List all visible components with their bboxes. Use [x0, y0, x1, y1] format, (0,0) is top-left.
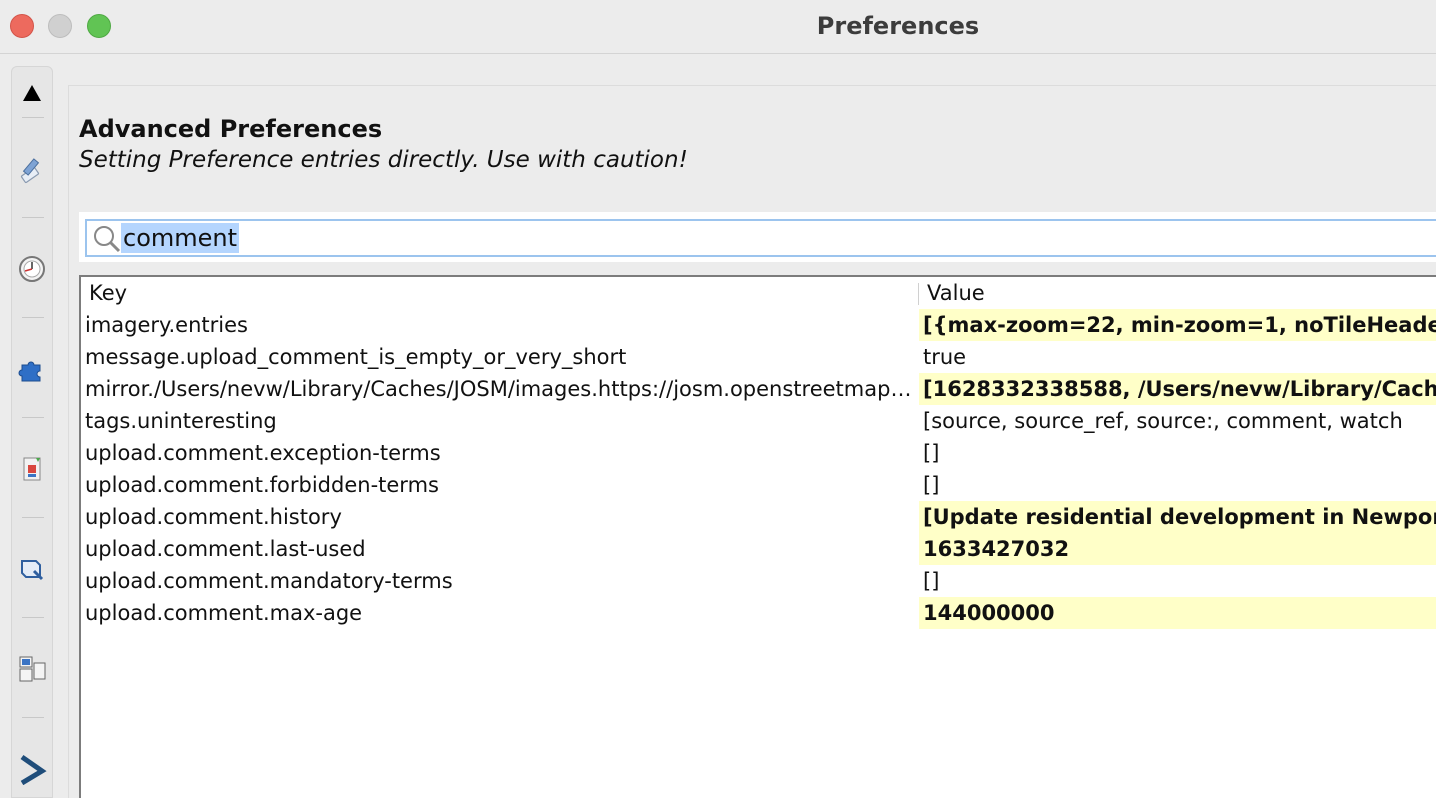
cell-key: message.upload_comment_is_empty_or_very_… [85, 345, 627, 369]
cell-value[interactable]: [] [919, 469, 1436, 501]
cell-key: mirror./Users/nevw/Library/Caches/JOSM/i… [85, 377, 917, 401]
preferences-table[interactable]: Key Value imagery.entries [{max-zoom=22, … [79, 275, 1436, 798]
shortcuts-keyboard-icon[interactable] [12, 649, 52, 689]
edit-pencil-icon[interactable] [12, 149, 52, 189]
page-title: Advanced Preferences [79, 115, 383, 143]
cell-value[interactable]: [source, source_ref, source:, comment, w… [919, 405, 1436, 437]
search-input[interactable]: comment [85, 219, 1436, 257]
cell-key: upload.comment.max-age [85, 601, 363, 625]
table-row[interactable]: upload.comment.last-used 1633427032 [81, 533, 1436, 565]
remote-control-icon[interactable] [12, 749, 52, 789]
table-row[interactable]: upload.comment.history [Update residentia… [81, 501, 1436, 533]
column-header-value[interactable]: Value [927, 277, 985, 309]
plugin-puzzle-icon[interactable] [12, 349, 52, 389]
window-titlebar: Preferences [0, 0, 1436, 54]
map-paint-icon[interactable] [12, 549, 52, 589]
sidebar-separator [22, 417, 44, 418]
cell-key: imagery.entries [85, 313, 248, 337]
cell-value[interactable]: 1633427032 [919, 533, 1436, 565]
cell-key: upload.comment.forbidden-terms [85, 473, 439, 497]
table-row[interactable]: upload.comment.max-age 144000000 [81, 597, 1436, 629]
display-monitor-icon[interactable] [12, 249, 52, 289]
cell-value[interactable]: true [919, 341, 1436, 373]
cell-key: tags.uninteresting [85, 409, 277, 433]
cell-key: upload.comment.exception-terms [85, 441, 441, 465]
cell-key: upload.comment.last-used [85, 537, 366, 561]
cell-key: upload.comment.history [85, 505, 342, 529]
cell-value[interactable]: 144000000 [919, 597, 1436, 629]
cell-value[interactable]: [{max-zoom=22, min-zoom=1, noTileHeaders [919, 309, 1436, 341]
cell-key: upload.comment.mandatory-terms [85, 569, 453, 593]
scroll-up-arrow-icon[interactable] [12, 73, 52, 113]
search-area: comment [79, 212, 1436, 262]
search-input-value: comment [121, 223, 240, 253]
table-row[interactable]: upload.comment.forbidden-terms [] [81, 469, 1436, 501]
table-row[interactable]: upload.comment.mandatory-terms [] [81, 565, 1436, 597]
sidebar-separator [22, 117, 44, 118]
window-title: Preferences [816, 12, 980, 40]
table-row[interactable]: mirror./Users/nevw/Library/Caches/JOSM/i… [81, 373, 1436, 405]
table-row[interactable]: upload.comment.exception-terms [] [81, 437, 1436, 469]
cell-value[interactable]: [1628332338588, /Users/nevw/Library/Cach… [919, 373, 1436, 405]
search-icon [94, 226, 121, 253]
advanced-preferences-panel: Advanced Preferences Setting Preference … [68, 85, 1436, 798]
cell-value[interactable]: [Update residential development in Newpo… [919, 501, 1436, 533]
sidebar-separator [22, 717, 44, 718]
table-row[interactable]: imagery.entries [{max-zoom=22, min-zoom=1… [81, 309, 1436, 341]
column-divider[interactable] [918, 283, 919, 305]
presets-icon[interactable] [12, 449, 52, 489]
preferences-sidebar [11, 66, 53, 798]
sidebar-separator [22, 517, 44, 518]
sidebar-separator [22, 217, 44, 218]
page-subtitle: Setting Preference entries directly. Use… [79, 147, 688, 173]
table-row[interactable]: message.upload_comment_is_empty_or_very_… [81, 341, 1436, 373]
table-row[interactable]: tags.uninteresting [source, source_ref, s… [81, 405, 1436, 437]
column-header-key[interactable]: Key [89, 277, 127, 309]
sidebar-separator [22, 317, 44, 318]
cell-value[interactable]: [] [919, 565, 1436, 597]
cell-value[interactable]: [] [919, 437, 1436, 469]
table-header: Key Value [81, 277, 1436, 309]
sidebar-separator [22, 617, 44, 618]
